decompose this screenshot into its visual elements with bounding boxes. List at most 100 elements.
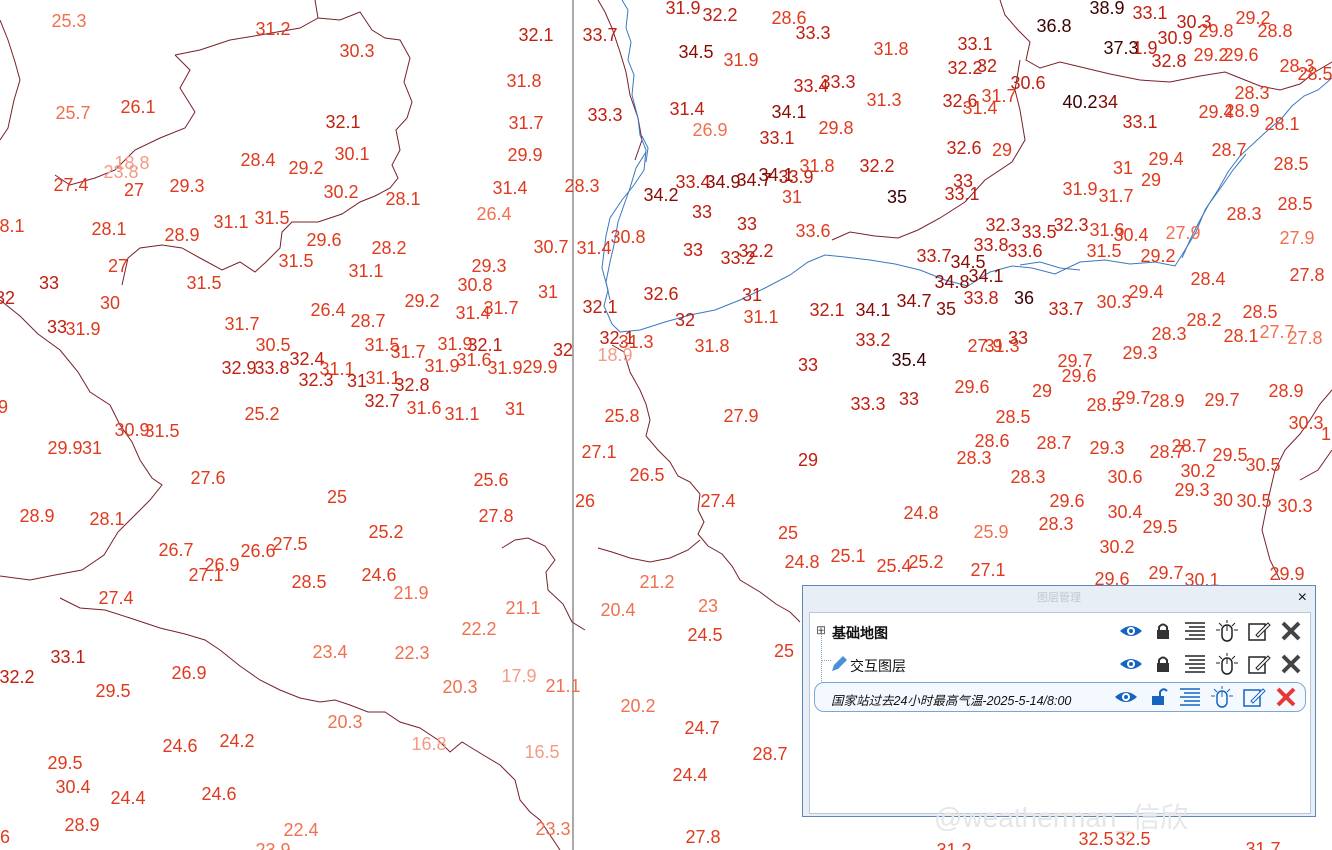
close-icon[interactable]: × [1298, 588, 1307, 608]
edit-icon[interactable] [1241, 685, 1267, 709]
station-temperature-label: 33 [899, 389, 919, 409]
station-temperature-label: 24.8 [784, 552, 819, 572]
delete-icon[interactable] [1273, 685, 1299, 709]
station-temperature-label: 33.5 [1021, 222, 1056, 242]
station-temperature-label: 26.7 [158, 540, 193, 560]
edit-icon[interactable] [1246, 652, 1272, 676]
station-temperature-label: 25.1 [830, 546, 865, 566]
edit-icon[interactable] [1246, 619, 1272, 643]
station-temperature-label: 32.1 [518, 25, 553, 45]
delete-icon[interactable] [1278, 652, 1304, 676]
mouse-click-icon[interactable] [1214, 619, 1240, 643]
station-temperature-label: 26.4 [310, 300, 345, 320]
station-temperature-label: 27.9 [723, 406, 758, 426]
station-temperature-label: 20.3 [442, 677, 477, 697]
station-temperature-label: 28.9 [1149, 391, 1184, 411]
station-temperature-label: 31.9 [665, 0, 700, 18]
station-temperature-label: 29.6 [306, 230, 341, 250]
station-temperature-label: 33 [1008, 328, 1028, 348]
station-temperature-label: 30.3 [1096, 292, 1131, 312]
station-temperature-label: 28.2 [1186, 310, 1221, 330]
station-temperature-label: 29.4 [1148, 149, 1183, 169]
station-temperature-label: 26.9 [692, 120, 727, 140]
legend-icon[interactable] [1177, 685, 1203, 709]
station-temperature-label: 29.5 [47, 753, 82, 773]
unlock-icon[interactable] [1145, 685, 1171, 709]
station-temperature-label: 28.3 [956, 448, 991, 468]
station-temperature-label: 23.8 [103, 162, 138, 182]
station-temperature-label: 22.4 [283, 820, 318, 840]
station-temperature-label: 26.9 [171, 663, 206, 683]
mouse-click-icon[interactable] [1209, 685, 1235, 709]
lock-icon[interactable] [1150, 619, 1176, 643]
station-temperature-label: 29.6 [1049, 491, 1084, 511]
station-temperature-label: 28.7 [1211, 140, 1246, 160]
layer-manager-panel[interactable]: 图层管理 × ⊞ 基础地图 交互图层 国家站过去24小时最高气温-2025-5-… [802, 585, 1316, 817]
station-temperature-label: 28.9 [19, 506, 54, 526]
station-temperature-label: 28.3 [1010, 467, 1045, 487]
province-border [174, 0, 319, 56]
station-temperature-label: 28.2 [371, 238, 406, 258]
lock-icon[interactable] [1150, 652, 1176, 676]
station-temperature-label: 34.9 [705, 172, 740, 192]
station-temperature-label: 25.9 [973, 522, 1008, 542]
legend-icon[interactable] [1182, 619, 1208, 643]
station-temperature-label: 29.6 [1061, 366, 1096, 386]
station-temperature-label: 27.4 [700, 491, 735, 511]
station-temperature-label: 25.6 [473, 470, 508, 490]
station-temperature-label: 31.7 [224, 314, 259, 334]
station-temperature-label: 32.7 [364, 391, 399, 411]
station-temperature-label: 31.5 [1086, 241, 1121, 261]
station-temperature-label: 33.7 [1048, 299, 1083, 319]
eye-icon[interactable] [1118, 619, 1144, 643]
station-temperature-label: 31.4 [576, 238, 611, 258]
station-temperature-label: 33.7 [582, 25, 617, 45]
station-temperature-label: 18.9 [597, 345, 632, 365]
station-temperature-label: 29.2 [288, 158, 323, 178]
watermark: @weatherman_信欣 [934, 802, 1189, 833]
station-temperature-label: 27.5 [272, 534, 307, 554]
delete-icon[interactable] [1278, 619, 1304, 643]
station-temperature-label: 31 [82, 438, 102, 458]
station-temperature-label: 32.2 [702, 5, 737, 25]
layer-row-interactive[interactable]: 交互图层 [810, 650, 1310, 678]
station-temperature-label: 24.4 [110, 788, 145, 808]
station-temperature-label: 25 [774, 641, 794, 661]
eye-icon[interactable] [1118, 652, 1144, 676]
station-temperature-label: 27.1 [970, 560, 1005, 580]
station-temperature-label: 33.1 [50, 647, 85, 667]
layer-row-base-map[interactable]: ⊞ 基础地图 [810, 617, 1310, 645]
station-temperature-label: 25.7 [55, 103, 90, 123]
mouse-click-icon[interactable] [1214, 652, 1240, 676]
station-temperature-label: 33 [683, 240, 703, 260]
station-temperature-label: 31.6 [406, 398, 441, 418]
station-temperature-label: 31.7 [1098, 186, 1133, 206]
station-temperature-label: 28.7 [1171, 436, 1206, 456]
legend-icon[interactable] [1182, 652, 1208, 676]
station-temperature-label: 25.4 [876, 556, 911, 576]
station-temperature-label: 29.8 [818, 118, 853, 138]
station-temperature-label: 28.1 [1264, 114, 1299, 134]
station-temperature-label: 28.9 [64, 815, 99, 835]
station-temperature-label: 28.5 [1086, 395, 1121, 415]
station-temperature-label: 33.8 [963, 288, 998, 308]
station-temperature-label: 31.1 [213, 212, 248, 232]
layer-row-max-temperature[interactable]: 国家站过去24小时最高气温-2025-5-14/8:00 [814, 682, 1306, 712]
station-temperature-label: 25.8 [604, 406, 639, 426]
station-temperature-label: 33.6 [795, 221, 830, 241]
station-temperature-label: 23.4 [312, 642, 347, 662]
station-temperature-label: 25.2 [368, 522, 403, 542]
station-temperature-label: 28.5 [1273, 154, 1308, 174]
station-temperature-label: 29.2 [1140, 246, 1175, 266]
station-temperature-label: 28.5 [1297, 64, 1332, 84]
station-temperature-label: 29 [1032, 381, 1052, 401]
layer-label: 国家站过去24小时最高气温-2025-5-14/8:00 [831, 694, 1072, 708]
station-temperature-label: 31.5 [144, 421, 179, 441]
station-temperature-label: 28.1 [89, 509, 124, 529]
station-temperature-label: 1 [1321, 424, 1331, 444]
station-temperature-label: 33 [798, 355, 818, 375]
station-temperature-label: 30.3 [1277, 496, 1312, 516]
station-temperature-label: 32.8 [394, 375, 429, 395]
eye-icon[interactable] [1113, 685, 1139, 709]
expand-icon[interactable]: ⊞ [816, 623, 826, 637]
